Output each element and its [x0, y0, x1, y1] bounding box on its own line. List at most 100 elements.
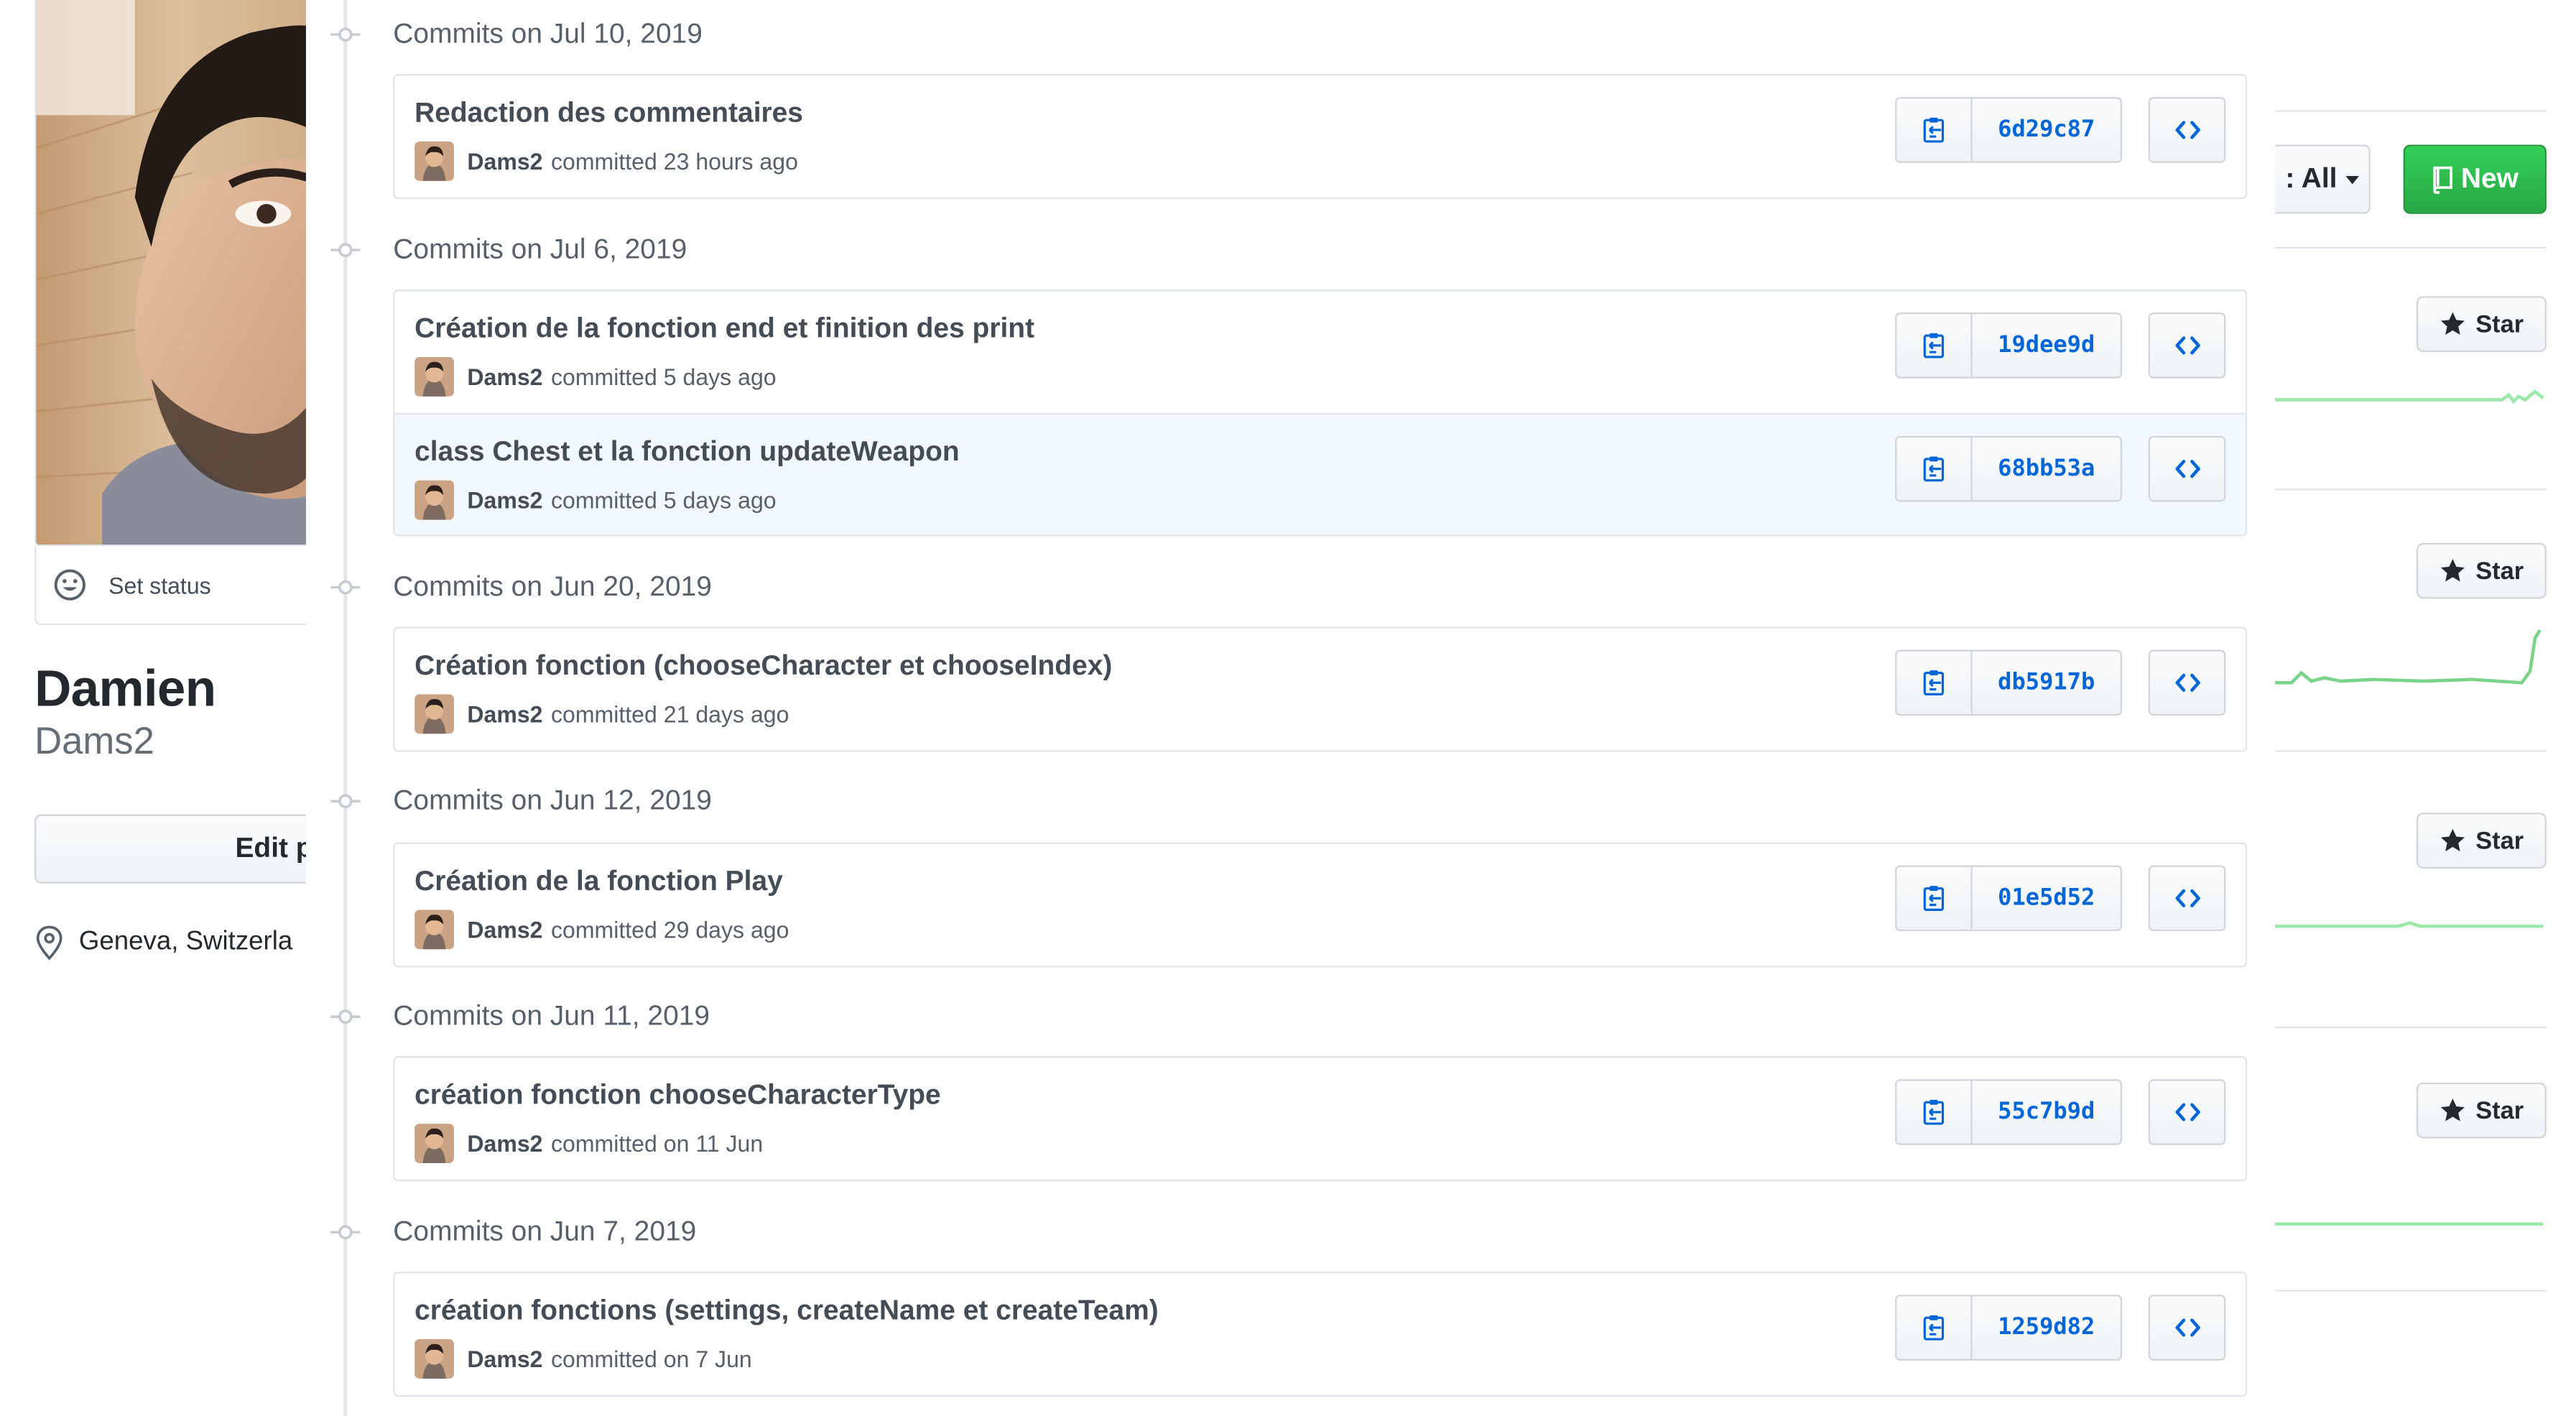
sha-button-group: 19dee9d [1895, 313, 2123, 379]
star-label: Star [2475, 310, 2524, 338]
commit-sha-link[interactable]: 1259d82 [1973, 1297, 2121, 1359]
repo-icon [2433, 165, 2452, 193]
commit-row: Création fonction (chooseCharacter et ch… [394, 628, 2246, 751]
smiley-icon [54, 569, 85, 601]
author-avatar[interactable] [414, 910, 455, 950]
commit-group-icon [330, 793, 361, 810]
copy-sha-button[interactable] [1896, 866, 1973, 930]
copy-sha-button[interactable] [1896, 1296, 1973, 1359]
commit-list: création fonctions (settings, createName… [393, 1272, 2248, 1397]
commit-list: Redaction des commentaires Dams2 committ… [393, 74, 2248, 200]
code-icon [2174, 1318, 2200, 1337]
divider [2275, 110, 2547, 112]
commit-message-link[interactable]: création fonction chooseCharacterType [414, 1079, 941, 1112]
star-button[interactable]: Star [2417, 813, 2547, 869]
author-avatar[interactable] [414, 1124, 455, 1164]
commit-sha-link[interactable]: 55c7b9d [1973, 1081, 2121, 1144]
activity-sparkline [2275, 1222, 2544, 1226]
browse-code-button[interactable] [2148, 649, 2226, 716]
commit-time: committed 29 days ago [550, 916, 789, 943]
author-avatar[interactable] [414, 141, 455, 181]
commit-sha-link[interactable]: 6d29c87 [1973, 98, 2121, 161]
location-text: Geneva, Switzerla [78, 927, 293, 956]
browse-code-button[interactable] [2148, 435, 2226, 502]
commit-author-link[interactable]: Dams2 [467, 1346, 542, 1372]
star-label: Star [2475, 826, 2524, 855]
commit-message-link[interactable]: Création de la fonction end et finition … [414, 313, 1034, 346]
sha-button-group: 1259d82 [1895, 1295, 2123, 1361]
commit-actions: 68bb53a [1895, 435, 2226, 502]
copy-sha-button[interactable] [1896, 314, 1973, 377]
commit-author-link[interactable]: Dams2 [467, 364, 542, 390]
screen: Set status Damien Dams2 Edit p Geneva, S… [0, 0, 2576, 1416]
profile-login: Dams2 [34, 718, 154, 762]
profile-location: Geneva, Switzerla [34, 925, 292, 961]
browse-code-button[interactable] [2148, 97, 2226, 163]
copy-sha-button[interactable] [1896, 438, 1973, 501]
commit-message-link[interactable]: class Chest et la fonction updateWeapon [414, 436, 960, 469]
code-icon [2174, 889, 2200, 907]
code-icon [2174, 460, 2200, 478]
commit-author-link[interactable]: Dams2 [467, 1130, 542, 1157]
commit-message-link[interactable]: Redaction des commentaires [414, 97, 803, 130]
clipboard-icon [1922, 333, 1943, 358]
commit-author-link[interactable]: Dams2 [467, 701, 542, 728]
commit-message-link[interactable]: Création fonction (chooseCharacter et ch… [414, 650, 1112, 683]
commit-group-title: Commits on Jul 6, 2019 [393, 233, 687, 265]
commit-sha-link[interactable]: db5917b [1973, 652, 2121, 714]
clipboard-icon [1922, 1099, 1943, 1125]
clipboard-icon [1922, 670, 1943, 695]
commit-sha-link[interactable]: 68bb53a [1973, 438, 2121, 500]
sha-button-group: db5917b [1895, 649, 2123, 716]
sha-button-group: 6d29c87 [1895, 97, 2123, 163]
author-avatar[interactable] [414, 694, 455, 734]
clipboard-icon [1922, 117, 1943, 143]
browse-code-button[interactable] [2148, 865, 2226, 932]
copy-sha-button[interactable] [1896, 651, 1973, 714]
author-avatar[interactable] [414, 1339, 455, 1379]
activity-sparkline [2275, 629, 2542, 685]
star-icon [2440, 559, 2465, 582]
star-button[interactable]: Star [2417, 296, 2547, 353]
code-icon [2174, 673, 2200, 692]
commit-author-link[interactable]: Dams2 [467, 917, 542, 943]
repo-type-filter[interactable]: : All [2275, 144, 2371, 214]
browse-code-button[interactable] [2148, 1079, 2226, 1145]
commit-author-link[interactable]: Dams2 [467, 148, 542, 175]
commit-actions: 19dee9d [1895, 313, 2226, 379]
author-avatar[interactable] [414, 356, 455, 397]
clipboard-icon [1922, 1315, 1943, 1341]
caret-down-icon [2345, 175, 2359, 184]
activity-sparkline [2275, 389, 2544, 404]
star-button[interactable]: Star [2417, 542, 2547, 599]
commit-message-link[interactable]: Création de la fonction Play [414, 866, 783, 899]
commit-message-link[interactable]: création fonctions (settings, createName… [414, 1295, 1159, 1328]
author-avatar[interactable] [414, 480, 455, 520]
commit-time: committed 21 days ago [550, 700, 789, 728]
new-repository-button[interactable]: New [2403, 144, 2547, 214]
commit-list: Création de la fonction Play Dams2 commi… [393, 842, 2248, 968]
browse-code-button[interactable] [2148, 313, 2226, 379]
copy-sha-button[interactable] [1896, 1080, 1973, 1144]
commit-group-title: Commits on Jun 11, 2019 [393, 1000, 710, 1032]
edit-profile-button[interactable]: Edit p [34, 814, 306, 884]
commit-sha-link[interactable]: 19dee9d [1973, 314, 2121, 376]
commit-group-title: Commits on Jun 12, 2019 [393, 785, 712, 816]
browse-code-button[interactable] [2148, 1295, 2226, 1361]
timeline-line [343, 0, 348, 1416]
commit-row: class Chest et la fonction updateWeapon … [394, 412, 2246, 535]
star-label: Star [2475, 557, 2524, 586]
set-status-label: Set status [108, 571, 211, 598]
clipboard-icon [1922, 886, 1943, 911]
star-button[interactable]: Star [2417, 1082, 2547, 1139]
commit-group-icon [330, 1009, 361, 1025]
commit-time: committed 23 hours ago [550, 148, 798, 175]
profile-avatar[interactable] [34, 0, 306, 547]
commit-actions: db5917b [1895, 649, 2226, 716]
commit-author-link[interactable]: Dams2 [467, 487, 542, 514]
copy-sha-button[interactable] [1896, 98, 1973, 162]
commit-time: committed on 7 Jun [550, 1346, 752, 1372]
set-status-button[interactable]: Set status [34, 546, 306, 626]
commit-sha-link[interactable]: 01e5d52 [1973, 867, 2121, 930]
commit-list: Création de la fonction end et finition … [393, 290, 2248, 537]
